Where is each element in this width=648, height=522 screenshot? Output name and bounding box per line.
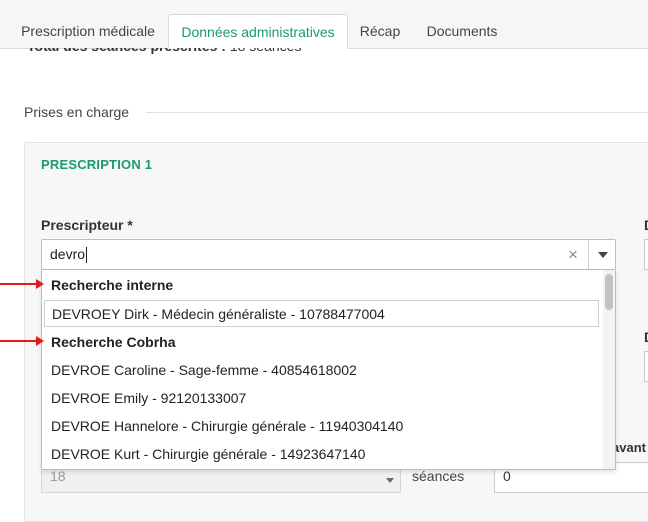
- avant-value: 0: [503, 468, 511, 484]
- option-devroe-kurt[interactable]: DEVROE Kurt - Chirurgie générale - 14923…: [51, 446, 365, 462]
- seances-unit-label: séances: [412, 468, 465, 484]
- clear-icon[interactable]: ×: [565, 240, 581, 269]
- chevron-down-icon[interactable]: [589, 240, 616, 269]
- dropdown-scroll-thumb[interactable]: [605, 274, 613, 310]
- avant-label: avant: [612, 440, 646, 455]
- prescriber-combobox[interactable]: devro ×: [41, 239, 616, 270]
- prescriber-search-input[interactable]: devro: [50, 240, 88, 269]
- right-field-input-2[interactable]: [644, 351, 648, 382]
- spinner-down-icon[interactable]: [386, 478, 394, 483]
- option-devroe-hannelore[interactable]: DEVROE Hannelore - Chirurgie générale - …: [51, 418, 403, 434]
- tab-documents[interactable]: Documents: [412, 14, 512, 48]
- right-field-label-1: D: [644, 217, 648, 233]
- option-devroe-caroline[interactable]: DEVROE Caroline - Sage-femme - 408546180…: [51, 362, 357, 378]
- tab-bar: Prescription médicale Données administra…: [0, 0, 648, 49]
- seances-count-value: 18: [50, 468, 66, 484]
- right-field-input-1[interactable]: [644, 239, 648, 270]
- option-devroey-dirk[interactable]: DEVROEY Dirk - Médecin généraliste - 107…: [44, 300, 599, 327]
- tab-donnees-administratives[interactable]: Données administratives: [168, 14, 348, 49]
- annotation-arrow-line-1: [0, 283, 36, 285]
- annotation-arrow-head-1: [36, 279, 44, 289]
- group-recherche-cobrha: Recherche Cobrha: [51, 334, 176, 350]
- tab-prescription-medicale[interactable]: Prescription médicale: [8, 14, 168, 48]
- annotation-arrow-head-2: [36, 336, 44, 346]
- tab-recap[interactable]: Récap: [348, 14, 412, 48]
- prescriber-dropdown-menu: Recherche interne DEVROEY Dirk - Médecin…: [41, 270, 616, 470]
- section-title: Prises en charge: [24, 104, 130, 120]
- group-recherche-interne: Recherche interne: [51, 277, 174, 293]
- annotation-arrow-line-2: [0, 340, 36, 342]
- prescriber-label: Prescripteur *: [41, 217, 133, 233]
- prescription-title: PRESCRIPTION 1: [41, 157, 153, 172]
- option-devroe-emily[interactable]: DEVROE Emily - 92120133007: [51, 390, 246, 406]
- right-field-label-2: D: [644, 329, 648, 345]
- section-divider: [146, 112, 648, 113]
